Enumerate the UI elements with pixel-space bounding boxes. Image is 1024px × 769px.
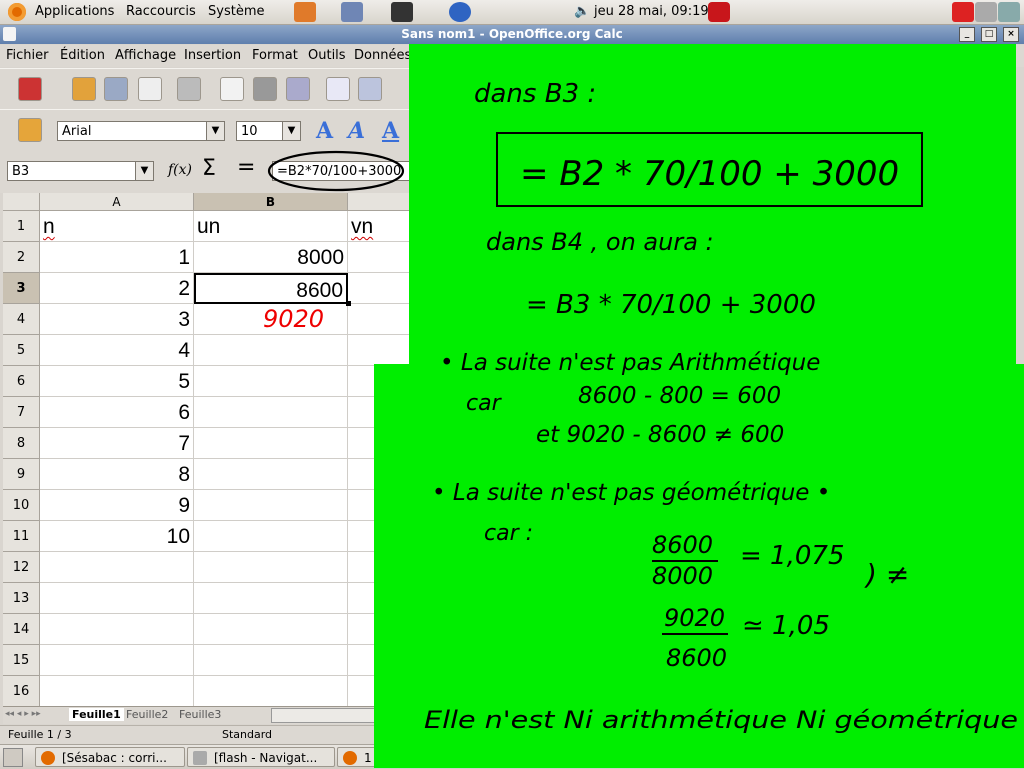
frac1-value: = 1,075 bbox=[740, 541, 844, 571]
annotation-car2: car : bbox=[484, 521, 533, 546]
annotation-calc1: 8600 - 800 = 600 bbox=[578, 383, 781, 409]
frac2-numerator: 9020 bbox=[664, 604, 725, 632]
annotation-line3: = B3 * 70/100 + 3000 bbox=[526, 290, 816, 320]
annotation-calc2: et 9020 - 8600 ≠ 600 bbox=[536, 422, 784, 448]
annotation-bullet2: • La suite n'est pas géométrique • bbox=[432, 480, 830, 506]
handwritten-annotations: dans B3 : = B2 * 70/100 + 3000 dans B4 ,… bbox=[424, 79, 1018, 734]
annotation-conclusion: Elle n'est Ni arithmétique Ni géométriqu… bbox=[424, 706, 1018, 734]
not-equal-sign: ) ≠ bbox=[864, 558, 909, 591]
frac2-value: ≃ 1,05 bbox=[742, 611, 830, 641]
frac2-denominator: 8600 bbox=[666, 644, 727, 672]
boxed-formula: = B2 * 70/100 + 3000 bbox=[520, 154, 899, 194]
annotation-line2: dans B4 , on aura : bbox=[486, 228, 714, 256]
frac1-denominator: 8000 bbox=[652, 562, 713, 590]
frac1-numerator: 8600 bbox=[652, 531, 713, 559]
annotation-line1: dans B3 : bbox=[474, 79, 596, 109]
annotation-bullet1: • La suite n'est pas Arithmétique bbox=[440, 350, 820, 376]
annotation-car1: car bbox=[466, 391, 503, 416]
